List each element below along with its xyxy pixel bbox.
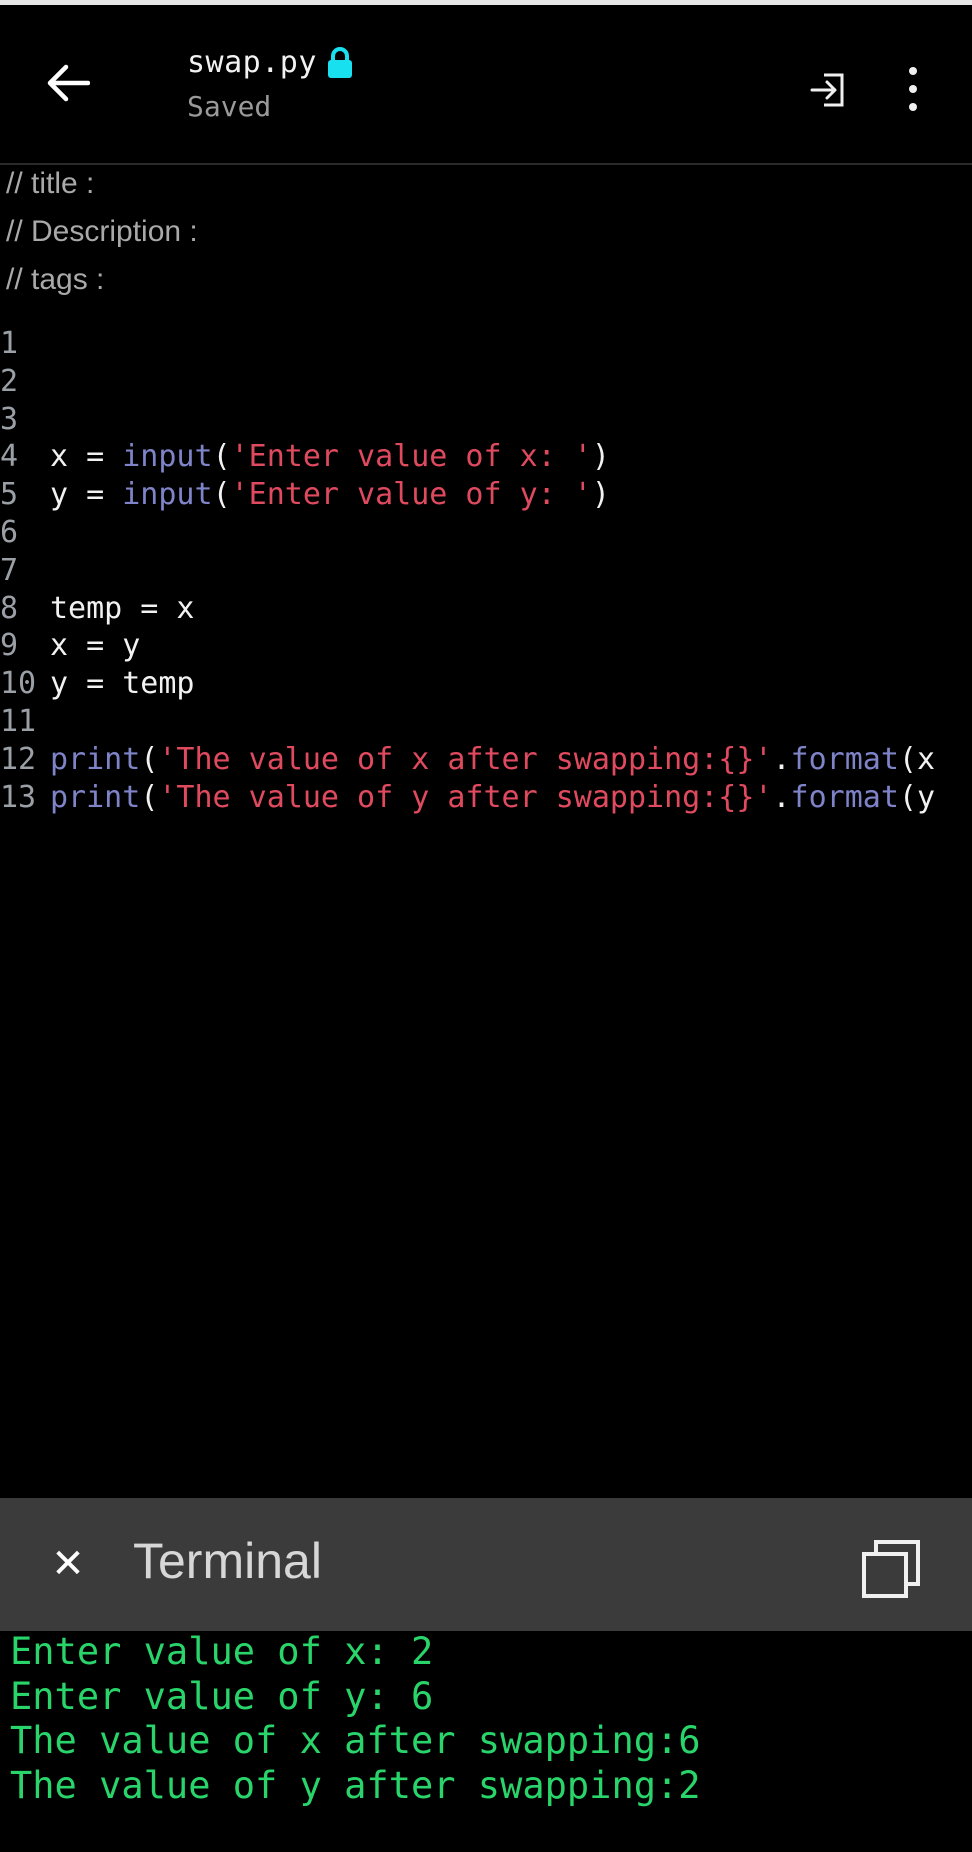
code-line[interactable]: 8 temp = x (0, 590, 935, 628)
exit-button[interactable] (806, 67, 850, 111)
app-bar: swap.py Saved (0, 5, 972, 165)
terminal-line: The value of y after swapping:2 (10, 1763, 701, 1807)
code-line[interactable]: 10 y = temp (0, 665, 935, 703)
more-options-button[interactable] (898, 67, 928, 111)
line-number: 5 (0, 477, 19, 513)
line-number: 7 (0, 552, 19, 588)
code-text[interactable]: print('The value of y after swapping:{}'… (50, 779, 935, 817)
code-line[interactable]: 4 x = input('Enter value of x: ') (0, 438, 935, 476)
code-text[interactable]: x = input('Enter value of x: ') (50, 438, 610, 476)
code-line[interactable]: 5 y = input('Enter value of y: ') (0, 476, 935, 514)
line-number: 10 (0, 666, 37, 702)
code-line[interactable]: 3 (0, 401, 935, 439)
terminal-line: Enter value of x: 2 (10, 1630, 434, 1673)
code-text[interactable]: y = input('Enter value of y: ') (50, 476, 610, 514)
file-name: swap.py (187, 45, 317, 80)
terminal-title: Terminal (133, 1533, 322, 1589)
save-status: Saved (187, 90, 272, 123)
meta-tags[interactable]: // tags : (6, 256, 198, 304)
line-number: 13 (0, 779, 37, 815)
code-text[interactable]: temp = x (50, 590, 195, 628)
lock-icon (327, 46, 352, 78)
line-number: 1 (0, 326, 19, 361)
more-vertical-icon (909, 67, 917, 75)
line-number: 6 (0, 514, 19, 550)
line-number: 12 (0, 741, 37, 777)
meta-description[interactable]: // Description : (6, 208, 198, 256)
code-line[interactable]: 2 (0, 363, 935, 401)
code-line[interactable]: 12 print('The value of x after swapping:{… (0, 741, 935, 779)
exit-icon (810, 73, 844, 107)
code-line[interactable]: 11 (0, 703, 935, 741)
code-editor[interactable]: 1234x = input('Enter value of x: ') 5 y = … (0, 325, 935, 816)
code-text[interactable]: y = temp (50, 665, 195, 703)
close-icon: ✕ (51, 1541, 85, 1587)
meta-title[interactable]: // title : (6, 160, 198, 208)
terminal-output: Enter value of x: 2 Enter value of y: 6 Th… (10, 1630, 701, 1808)
terminal-header: ✕ Terminal (0, 1498, 972, 1631)
close-terminal-button[interactable]: ✕ (44, 1536, 92, 1592)
line-number: 4 (0, 439, 19, 475)
code-line[interactable]: 1 (0, 325, 935, 363)
file-metadata: // title : // Description : // tags : (6, 160, 198, 304)
code-line[interactable]: 9 x = y (0, 627, 935, 665)
copy-output-button[interactable] (860, 1538, 924, 1602)
file-title-area: swap.py Saved (187, 45, 355, 123)
code-line[interactable]: 13 print('The value of y after swapping:{… (0, 779, 935, 817)
code-line[interactable]: 7 (0, 552, 935, 590)
code-line[interactable]: 6 (0, 514, 935, 552)
back-button[interactable] (36, 51, 100, 115)
back-arrow-icon (47, 64, 90, 102)
code-text[interactable]: x = y (50, 627, 140, 665)
terminal-line: The value of x after swapping:6 (10, 1719, 701, 1762)
terminal-line: Enter value of y: 6 (10, 1674, 434, 1718)
line-number: 2 (0, 363, 19, 399)
line-number: 9 (0, 628, 19, 664)
line-number: 11 (0, 703, 37, 739)
line-number: 8 (0, 590, 19, 626)
line-number: 3 (0, 401, 19, 437)
copy-icon (862, 1540, 920, 1598)
code-text[interactable]: print('The value of x after swapping:{}'… (50, 741, 935, 779)
